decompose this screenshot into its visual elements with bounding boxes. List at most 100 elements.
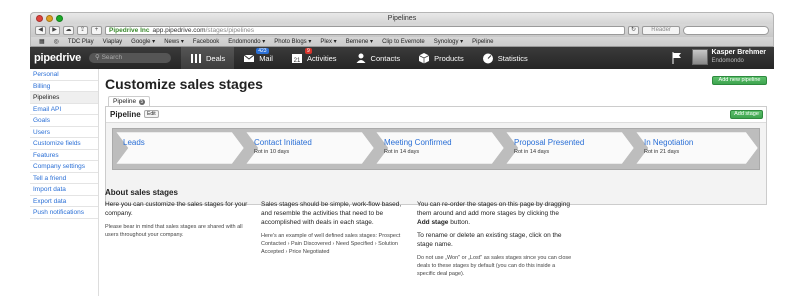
tab-count-badge: 5 <box>138 99 145 105</box>
nav-contacts[interactable]: Contacts <box>346 47 410 69</box>
bookmark-item[interactable]: Endomondo ▾ <box>228 38 265 45</box>
icloud-icon[interactable]: ☁ <box>63 26 74 35</box>
url-text: app.pipedrive.com/stages/pipelines <box>152 27 255 34</box>
stage-arrow-shape <box>116 132 244 164</box>
add-stage-button[interactable]: Add stage <box>730 110 763 119</box>
bookmarks-bar: ▦ ◎ TDC Play Viaplay Google ▾ News ▾ Fac… <box>30 37 774 47</box>
settings-sidebar: Personal Billing Pipelines Email API Goa… <box>30 69 99 296</box>
stage-arrow-shape <box>246 132 374 164</box>
stage-name[interactable]: Contact Initiated <box>254 138 312 147</box>
stage-strip: Leads Contact Initiated Rot in 10 days M… <box>112 128 760 170</box>
stage-rot: Rot in 14 days <box>384 149 420 155</box>
page-title: Customize sales stages <box>105 76 263 92</box>
nav-products[interactable]: Products <box>409 47 473 69</box>
mail-badge: 423 <box>256 48 269 54</box>
stage-arrow-shape <box>376 132 504 164</box>
bookmark-item[interactable]: Viaplay <box>103 39 123 45</box>
reading-list-icon[interactable]: ◎ <box>54 38 59 45</box>
about-note: Do not use „Won" or „Lost" as sales stag… <box>417 255 572 277</box>
forward-button[interactable]: ▶ <box>49 26 60 35</box>
products-icon <box>418 53 430 64</box>
bookmark-item[interactable]: TDC Play <box>68 39 94 45</box>
about-note: Please bear in mind that sales stages ar… <box>105 224 243 238</box>
user-menu[interactable]: Kasper Brehmer Endomondo <box>691 49 766 65</box>
activities-badge: 9 <box>304 48 312 54</box>
edit-pipeline-button[interactable]: Edit <box>144 110 159 118</box>
sidebar-item-tell-a-friend[interactable]: Tell a friend <box>30 173 98 184</box>
mail-icon <box>243 54 255 62</box>
maximize-window-button[interactable] <box>56 15 63 22</box>
pipeline-header: Pipeline Edit Add stage <box>106 107 766 123</box>
flag-icon[interactable] <box>672 52 682 64</box>
about-note: Here's an example of well defined sales … <box>261 233 401 255</box>
sidebar-item-push-notifications[interactable]: Push notifications <box>30 207 98 219</box>
user-company: Endomondo <box>711 58 744 64</box>
about-column-3: You can re-order the stages on this page… <box>417 200 572 278</box>
app-search-input[interactable]: ⚲ Search <box>89 53 171 63</box>
stage-arrow-shape <box>506 132 634 164</box>
nav-mail[interactable]: 423 Mail <box>234 47 282 69</box>
window-titlebar: Pipelines <box>30 12 774 24</box>
sidebar-item-features[interactable]: Features <box>30 150 98 161</box>
stage-name[interactable]: Meeting Confirmed <box>384 138 452 147</box>
sidebar-item-goals[interactable]: Goals <box>30 115 98 127</box>
browser-toolbar: ◀ ▶ ☁ ⇪ + Pipedrive Inc app.pipedrive.co… <box>30 24 774 37</box>
stage-rot: Rot in 21 days <box>644 149 680 155</box>
statistics-icon <box>482 53 493 64</box>
sidebar-item-personal[interactable]: Personal <box>30 69 98 81</box>
nav-statistics[interactable]: Statistics <box>473 47 537 69</box>
reader-button[interactable]: Reader <box>642 26 681 35</box>
bookmark-item[interactable]: Pipeline <box>472 39 493 45</box>
window-title: Pipelines <box>387 15 417 22</box>
user-name: Kasper Brehmer <box>711 49 766 56</box>
bookmark-item[interactable]: Facebook <box>193 39 219 45</box>
sidebar-item-import-data[interactable]: Import data <box>30 184 98 196</box>
nav-deals[interactable]: Deals <box>181 47 235 69</box>
about-text: You can re-order the stages on this page… <box>417 201 570 226</box>
minimize-window-button[interactable] <box>46 15 53 22</box>
address-bar[interactable]: Pipedrive Inc app.pipedrive.com/stages/p… <box>105 26 625 35</box>
window-controls <box>36 15 63 22</box>
close-window-button[interactable] <box>36 15 43 22</box>
nav-activities[interactable]: 21 9 Activities <box>282 47 346 69</box>
stage-name[interactable]: Leads <box>123 138 145 147</box>
search-icon: ⚲ <box>95 54 102 61</box>
stage-rot: Rot in 14 days <box>514 149 550 155</box>
main-content: Customize sales stages Add new pipeline … <box>99 69 774 296</box>
avatar <box>691 49 708 65</box>
sidebar-item-company-settings[interactable]: Company settings <box>30 161 98 173</box>
pipeline-name: Pipeline <box>110 110 141 119</box>
bookmark-item[interactable]: Bernene ▾ <box>346 38 373 45</box>
about-text: To rename or delete an existing stage, c… <box>417 232 562 248</box>
svg-text:21: 21 <box>294 58 301 64</box>
about-text: Sales stages should be simple, work-flow… <box>261 201 402 226</box>
share-icon[interactable]: ⇪ <box>77 26 88 35</box>
sidebar-item-pipelines[interactable]: Pipelines <box>30 92 98 104</box>
bookmark-item[interactable]: News ▾ <box>164 38 184 45</box>
sidebar-item-users[interactable]: Users <box>30 127 98 138</box>
bookmark-item[interactable]: Clip to Evernote <box>382 39 425 45</box>
grid-icon[interactable]: ▦ <box>39 38 45 45</box>
deals-icon <box>191 54 201 63</box>
sidebar-item-email-api[interactable]: Email API <box>30 104 98 115</box>
browser-search-input[interactable] <box>683 26 769 35</box>
add-pipeline-button[interactable]: Add new pipeline <box>712 76 767 85</box>
stage-name[interactable]: Proposal Presented <box>514 138 584 147</box>
sidebar-item-customize-fields[interactable]: Customize fields <box>30 138 98 150</box>
about-column-2: Sales stages should be simple, work-flow… <box>261 200 411 256</box>
stage-name[interactable]: In Negotiation <box>644 138 693 147</box>
refresh-icon[interactable]: ↻ <box>628 26 639 35</box>
back-button[interactable]: ◀ <box>35 26 46 35</box>
sidebar-item-export-data[interactable]: Export data <box>30 196 98 207</box>
bookmark-item[interactable]: Synology ▾ <box>434 38 463 45</box>
app-navbar: pipedrive ⚲ Search Deals 423 Mail 21 9 A… <box>30 47 774 69</box>
bookmark-item[interactable]: Plex ▾ <box>320 38 336 45</box>
contacts-icon <box>356 53 366 63</box>
new-tab-button[interactable]: + <box>91 26 102 35</box>
sidebar-item-billing[interactable]: Billing <box>30 81 98 92</box>
pipedrive-logo[interactable]: pipedrive <box>34 52 86 64</box>
bookmark-item[interactable]: Photo Blogs ▾ <box>274 38 311 45</box>
bookmark-item[interactable]: Google ▾ <box>131 38 155 45</box>
about-column-1: Here you can customize the sales stages … <box>105 200 255 239</box>
about-text: Here you can customize the sales stages … <box>105 201 248 217</box>
